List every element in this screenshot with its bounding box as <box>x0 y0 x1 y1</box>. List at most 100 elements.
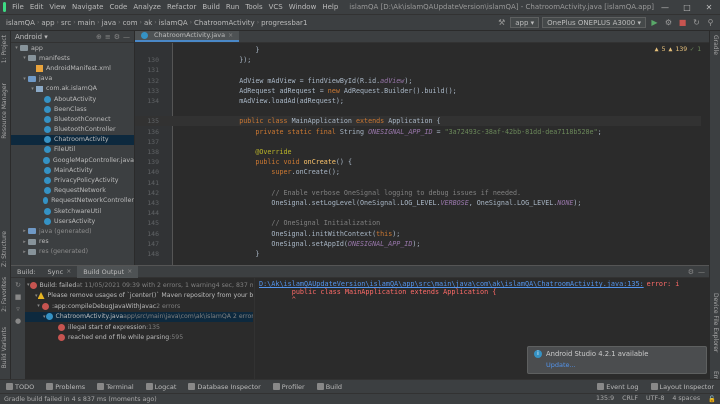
breadcrumb-item[interactable]: ChatroomActivity <box>192 19 257 27</box>
breadcrumb-item[interactable]: com <box>121 19 140 27</box>
close-tab-icon[interactable]: × <box>127 268 132 275</box>
tree-item[interactable]: PrivacyPolicyActivity <box>11 175 134 185</box>
tree-item[interactable]: GoogleMapController.java <box>11 155 134 165</box>
tab-build-variants[interactable]: Build Variants <box>1 327 8 368</box>
tree-item[interactable]: UsersActivity <box>11 216 134 226</box>
breadcrumb-item[interactable]: src <box>59 19 73 27</box>
tool-button-terminal[interactable]: Terminal <box>91 383 139 391</box>
build-tree-row[interactable]: ▾ Please remove usages of `jcenter()` Mav… <box>25 291 253 301</box>
breadcrumb-item[interactable]: java <box>100 19 119 27</box>
hammer-icon[interactable]: ⚒ <box>496 17 507 28</box>
collapse-icon[interactable]: ≡ <box>105 33 111 41</box>
menu-code[interactable]: Code <box>106 3 130 11</box>
tree-item[interactable]: ▸ java (generated) <box>11 226 134 236</box>
code-area[interactable]: } 130 }); 131 132 AdView mAdView = findView… <box>135 43 709 265</box>
breadcrumb-item[interactable]: ak <box>142 19 154 27</box>
tree-item[interactable]: ▾ app <box>11 43 134 53</box>
search-icon[interactable]: ⚲ <box>705 17 716 28</box>
tree-item[interactable]: AboutActivity <box>11 94 134 104</box>
error-file-link[interactable]: D:\Ak\islamQAUpdateVersion\islamQA\app\s… <box>259 280 644 288</box>
build-tree-row[interactable]: illegal start of expression :135 <box>25 322 253 332</box>
menu-view[interactable]: View <box>46 3 69 11</box>
build-tree-row[interactable]: reached end of file while parsing :595 <box>25 333 253 343</box>
tree-item[interactable]: ▾ manifests <box>11 53 134 63</box>
tab-structure[interactable]: Z: Structure <box>1 231 8 267</box>
menu-help[interactable]: Help <box>319 3 341 11</box>
pin-icon[interactable]: ● <box>13 316 23 326</box>
sync-icon[interactable]: ↻ <box>691 17 702 28</box>
tool-button-layout-inspector[interactable]: Layout Inspector <box>645 383 720 391</box>
tree-item[interactable]: BluetoothConnect <box>11 114 134 124</box>
tab-resource-manager[interactable]: Resource Manager <box>1 83 8 139</box>
menu-tools[interactable]: Tools <box>242 3 265 11</box>
file-encoding[interactable]: UTF-8 <box>646 395 664 403</box>
stop-icon[interactable]: ■ <box>677 17 688 28</box>
debug-icon[interactable]: ⚙ <box>663 17 674 28</box>
breadcrumb-item[interactable]: islamQA <box>157 19 190 27</box>
tree-item[interactable]: AndroidManifest.xml <box>11 63 134 73</box>
project-view-select[interactable]: Android <box>15 33 42 41</box>
menu-analyze[interactable]: Analyze <box>130 3 164 11</box>
line-separator[interactable]: CRLF <box>622 395 638 403</box>
update-link[interactable]: Update... <box>546 361 700 369</box>
menu-refactor[interactable]: Refactor <box>164 3 199 11</box>
breadcrumb-item[interactable]: app <box>39 19 56 27</box>
close-tab-icon[interactable]: × <box>228 32 233 39</box>
tab-gradle[interactable]: Gradle <box>712 35 719 55</box>
hide-icon[interactable]: — <box>123 33 130 41</box>
tree-item[interactable]: RequestNetworkController <box>11 196 134 206</box>
build-tree-row[interactable]: ▾:app:compileDebugJavaWithJavac 2 errors <box>25 301 253 311</box>
lock-icon[interactable]: 🔓 <box>708 395 716 403</box>
breadcrumb-item[interactable]: progressbar1 <box>259 19 309 27</box>
build-tree-row[interactable]: ▾ Build: failed at 11/05/2021 09:39 with … <box>25 280 253 290</box>
globe-icon[interactable]: ⊕ <box>96 33 102 41</box>
breadcrumb-item[interactable]: main <box>76 19 98 27</box>
minimize-icon[interactable]: — <box>654 0 676 15</box>
run-icon[interactable]: ▶ <box>649 17 660 28</box>
indent-setting[interactable]: 4 spaces <box>672 395 700 403</box>
tree-item[interactable]: RequestNetwork <box>11 186 134 196</box>
inspection-widget[interactable]: ▲ 5 ▲ 139 ✓ 1 <box>655 45 701 53</box>
tab-favorites[interactable]: 2: Favorites <box>1 277 8 312</box>
tool-button-todo[interactable]: TODO <box>0 383 40 391</box>
menu-build[interactable]: Build <box>199 3 223 11</box>
filter-icon[interactable]: ▿ <box>13 304 23 314</box>
menu-run[interactable]: Run <box>223 3 242 11</box>
tool-button-event-log[interactable]: Event Log <box>591 383 644 391</box>
maximize-icon[interactable]: □ <box>676 0 698 15</box>
tool-button-database-inspector[interactable]: Database Inspector <box>182 383 266 391</box>
close-tab-icon[interactable]: × <box>66 268 71 275</box>
menu-vcs[interactable]: VCS <box>266 3 286 11</box>
close-icon[interactable]: ✕ <box>698 0 720 15</box>
tool-button-problems[interactable]: Problems <box>40 383 91 391</box>
tree-item[interactable]: ▸ res <box>11 237 134 247</box>
tab-project[interactable]: 1: Project <box>1 35 8 63</box>
tab-device-file-explorer[interactable]: Device File Explorer <box>712 293 719 352</box>
tree-item[interactable]: BluetoothController <box>11 125 134 135</box>
stop-icon[interactable]: ■ <box>13 292 23 302</box>
tree-item[interactable]: MainActivity <box>11 165 134 175</box>
tree-item[interactable]: SketchwareUtil <box>11 206 134 216</box>
gear-icon[interactable]: ⚙ <box>688 268 694 276</box>
run-config-select[interactable]: app ▾ <box>510 17 540 28</box>
tree-item[interactable]: FileUtil <box>11 145 134 155</box>
build-tab[interactable]: Build Output × <box>77 265 139 278</box>
tool-button-profiler[interactable]: Profiler <box>267 383 311 391</box>
menu-window[interactable]: Window <box>286 3 320 11</box>
build-tree-row[interactable]: ▾ ChatroomActivity.java app\src\main\java… <box>25 311 253 322</box>
tool-button-logcat[interactable]: Logcat <box>140 383 183 391</box>
tree-item[interactable]: ▸ res (generated) <box>11 247 134 257</box>
gear-icon[interactable]: ⚙ <box>114 33 120 41</box>
tool-button-build[interactable]: Build <box>311 383 348 391</box>
breadcrumb-item[interactable]: islamQA <box>4 19 37 27</box>
editor-tab[interactable]: ChatroomActivity.java × <box>135 31 240 42</box>
menu-navigate[interactable]: Navigate <box>69 3 106 11</box>
hide-icon[interactable]: — <box>698 268 705 276</box>
menu-edit[interactable]: Edit <box>27 3 47 11</box>
caret-position[interactable]: 135:9 <box>596 395 614 403</box>
device-select[interactable]: OnePlus ONEPLUS A3000 ▾ <box>542 17 646 28</box>
tree-item[interactable]: ChatroomActivity <box>11 134 134 145</box>
build-tab[interactable]: Sync × <box>42 266 78 278</box>
tree-item[interactable]: ▾ com.ak.islamQA <box>11 84 134 94</box>
rerun-icon[interactable]: ↻ <box>13 280 23 290</box>
